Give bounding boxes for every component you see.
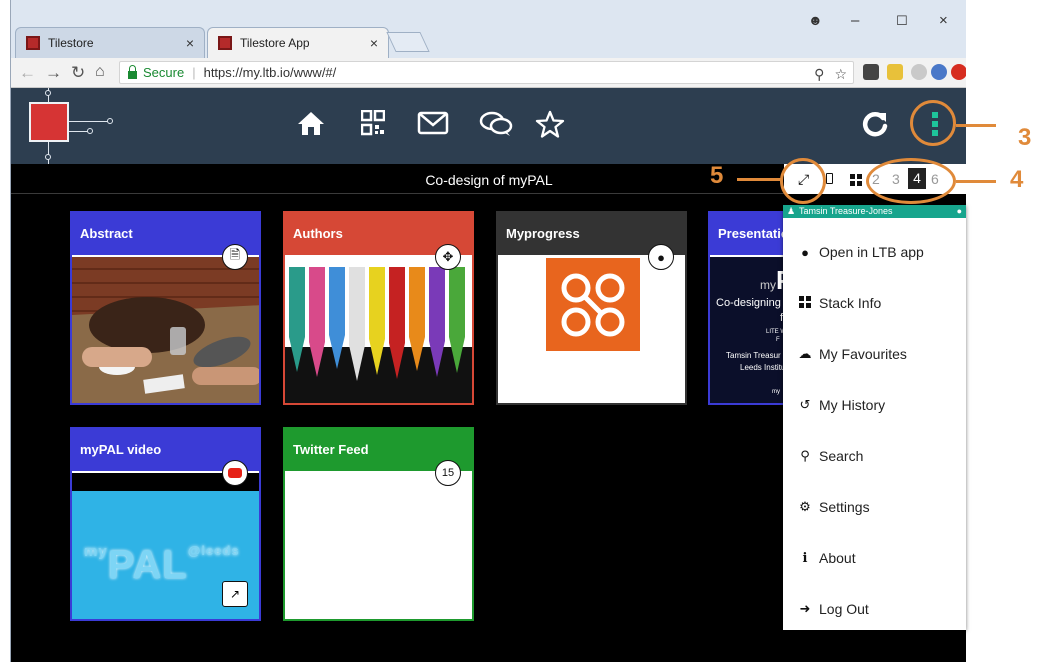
youtube-icon[interactable] (222, 460, 248, 486)
extension-icon[interactable] (931, 64, 947, 80)
callout-ring-column-count (866, 158, 956, 204)
user-icon: ♟ (787, 206, 796, 216)
tile-image-colored-pencils (285, 257, 472, 403)
minimize-icon[interactable]: – (851, 12, 859, 29)
lock-icon (128, 64, 137, 79)
tile-image-cafe-table (72, 257, 259, 403)
menu-item-label: My History (819, 397, 886, 413)
callout-line (956, 124, 996, 127)
tile-abstract[interactable]: Abstract 🗎 (70, 211, 261, 405)
app-menu-dropdown: Tamsin Treasure-Jones ♟ ● ● Open in LTB … (783, 205, 966, 630)
home-icon[interactable]: ⌂ (95, 63, 105, 81)
home-icon[interactable] (297, 110, 325, 136)
history-icon: ↺ (799, 397, 811, 412)
document-icon[interactable]: 🗎 (222, 244, 248, 270)
maximize-icon[interactable]: ☐ (896, 13, 908, 29)
back-icon[interactable]: ← (19, 63, 36, 83)
menu-item-label: About (819, 550, 856, 566)
twitter-feed-content (285, 473, 472, 619)
chat-icon[interactable] (479, 110, 513, 138)
move-icon[interactable]: ✥ (435, 244, 461, 270)
window-close-icon[interactable]: × (939, 12, 948, 29)
callout-line (737, 178, 781, 181)
callout-ring-menu (910, 100, 956, 146)
menu-item-open-in-ltb-app[interactable]: ● Open in LTB app (797, 244, 924, 260)
tilestore-favicon-icon (26, 36, 40, 50)
android-icon: ● (801, 244, 809, 260)
tab-label: Tilestore App (240, 36, 310, 50)
tab-tilestore-app[interactable]: Tilestore App × (207, 27, 389, 58)
url-text: https://my.ltb.io/www/#/ (203, 65, 337, 80)
mail-icon[interactable] (417, 110, 449, 136)
cloud-icon: ☁ (798, 346, 812, 361)
menu-item-my-favourites[interactable]: ☁ My Favourites (797, 346, 907, 362)
tweet-count-badge: 15 (435, 460, 461, 486)
callout-line (956, 180, 996, 183)
menu-item-label: My Favourites (819, 346, 907, 362)
profile-icon[interactable]: ☻ (808, 12, 823, 28)
video-thumbnail: myPAL@leeds ↗ (72, 473, 259, 619)
close-icon[interactable]: × (370, 35, 378, 51)
tab-label: Tilestore (48, 36, 94, 50)
menu-item-stack-info[interactable]: Stack Info (797, 295, 881, 311)
qr-code-icon[interactable] (361, 110, 385, 136)
grid-icon (797, 295, 813, 311)
bookmark-star-icon[interactable]: ☆ (834, 66, 847, 83)
forward-icon[interactable]: → (45, 63, 62, 83)
menu-item-label: Settings (819, 499, 870, 515)
menu-item-label: Log Out (819, 601, 869, 617)
reload-icon[interactable]: ↻ (71, 63, 85, 83)
extension-icon[interactable] (887, 64, 903, 80)
refresh-icon[interactable] (861, 110, 889, 138)
url-separator: | (192, 65, 196, 80)
new-tab-button[interactable] (386, 32, 430, 52)
callout-number-4: 4 (1010, 166, 1024, 193)
menu-item-search[interactable]: ⚲ Search (797, 448, 863, 464)
tile-twitter-feed[interactable]: Twitter Feed 15 (283, 427, 474, 621)
menu-item-label: Search (819, 448, 864, 464)
menu-item-about[interactable]: i About (797, 550, 856, 566)
callout-ring-fullscreen (780, 158, 826, 204)
tilestore-favicon-icon (218, 36, 232, 50)
menu-item-label: Stack Info (819, 295, 882, 311)
android-icon[interactable]: ● (648, 244, 674, 270)
tab-tilestore[interactable]: Tilestore × (15, 27, 205, 58)
gear-icon: ⚙ (799, 499, 811, 514)
logout-icon: ➜ (799, 601, 811, 616)
close-icon[interactable]: × (186, 35, 194, 51)
app-header (11, 88, 966, 164)
callout-number-5: 5 (710, 162, 724, 189)
address-bar: ← → ↻ ⌂ Secure | https://my.ltb.io/www/#… (11, 58, 966, 88)
menu-item-my-history[interactable]: ↺ My History (797, 397, 886, 413)
secure-label: Secure (143, 65, 185, 80)
extension-icon[interactable] (911, 64, 927, 80)
grid-view-icon[interactable] (850, 173, 862, 186)
callout-number-3: 3 (1018, 124, 1032, 151)
info-icon: i (802, 550, 808, 566)
star-icon[interactable] (535, 110, 565, 138)
external-link-icon[interactable]: ↗ (222, 581, 248, 607)
mobile-view-icon[interactable] (826, 173, 833, 184)
user-settings-icon[interactable]: ● (957, 206, 962, 216)
menu-item-label: Open in LTB app (819, 244, 924, 260)
zoom-icon[interactable]: ⚲ (814, 66, 824, 83)
search-icon: ⚲ (800, 448, 810, 463)
url-field[interactable]: Secure | https://my.ltb.io/www/#/ ⚲ ☆ (119, 61, 854, 84)
browser-titlebar: Tilestore × Tilestore App × ☻ – ☐ × (11, 0, 966, 58)
extension-icon[interactable] (863, 64, 879, 80)
tile-authors[interactable]: Authors ✥ (283, 211, 474, 405)
menu-user-name[interactable]: Tamsin Treasure-Jones (783, 205, 966, 218)
extension-icon[interactable] (951, 64, 966, 80)
menu-item-log-out[interactable]: ➜ Log Out (797, 601, 869, 617)
myprogress-app-logo (498, 257, 685, 403)
tile-myprogress[interactable]: Myprogress ● (496, 211, 687, 405)
menu-item-settings[interactable]: ⚙ Settings (797, 499, 870, 515)
tile-mypal-video[interactable]: myPAL video myPAL@leeds ↗ (70, 427, 261, 621)
